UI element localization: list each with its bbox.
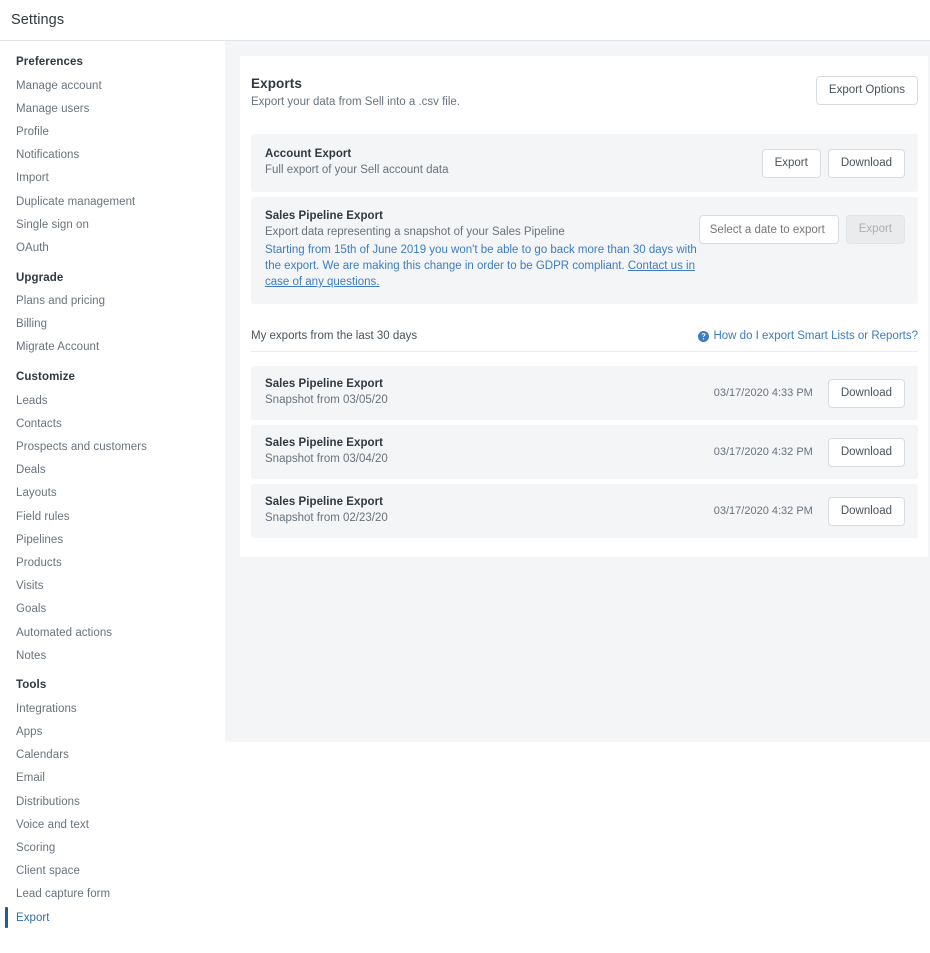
exports-subheading: Export your data from Sell into a .csv f… bbox=[251, 96, 461, 108]
export-row-timestamp: 03/17/2020 4:32 PM bbox=[713, 446, 813, 458]
pipeline-export-description: Export data representing a snapshot of y… bbox=[265, 226, 565, 238]
pipeline-export-notice: Starting from 15th of June 2019 you won'… bbox=[265, 242, 697, 290]
sidebar-item-contacts[interactable]: Contacts bbox=[0, 412, 225, 435]
export-row-text: Sales Pipeline Export Snapshot from 03/05… bbox=[265, 378, 388, 408]
sidebar-item-calendars[interactable]: Calendars bbox=[0, 744, 225, 767]
pipeline-export-panel: Sales Pipeline Export Export data repres… bbox=[251, 197, 918, 304]
exports-list-header: My exports from the last 30 days How do … bbox=[251, 330, 918, 352]
sidebar-item-email[interactable]: Email bbox=[0, 767, 225, 790]
sidebar-item-visits[interactable]: Visits bbox=[0, 575, 225, 598]
sidebar-item-goals[interactable]: Goals bbox=[0, 598, 225, 621]
export-row-subtitle: Snapshot from 03/04/20 bbox=[265, 453, 388, 465]
sidebar-group-title: Preferences bbox=[16, 56, 83, 68]
export-row-subtitle: Snapshot from 03/05/20 bbox=[265, 394, 388, 406]
exports-content-card: Exports Export your data from Sell into … bbox=[240, 56, 928, 557]
sidebar-item-pipelines[interactable]: Pipelines bbox=[0, 528, 225, 551]
export-row-title: Sales Pipeline Export bbox=[265, 496, 384, 508]
export-row-timestamp: 03/17/2020 4:32 PM bbox=[713, 505, 813, 517]
sidebar-item-plans-and-pricing[interactable]: Plans and pricing bbox=[0, 290, 225, 313]
account-export-button[interactable]: Export bbox=[761, 148, 821, 178]
sidebar-item-prospects-and-customers[interactable]: Prospects and customers bbox=[0, 435, 225, 458]
sidebar-item-lead-capture-form[interactable]: Lead capture form bbox=[0, 883, 225, 906]
sidebar-item-notes[interactable]: Notes bbox=[0, 644, 225, 667]
sidebar-item-voice-and-text[interactable]: Voice and text bbox=[0, 813, 225, 836]
sidebar-group-title: Customize bbox=[16, 371, 76, 384]
pipeline-export-title: Sales Pipeline Export bbox=[265, 210, 384, 222]
export-row: Sales Pipeline Export Snapshot from 02/23… bbox=[251, 484, 918, 538]
sidebar-item-leads[interactable]: Leads bbox=[0, 389, 225, 412]
export-row-text: Sales Pipeline Export Snapshot from 03/04… bbox=[265, 437, 388, 467]
export-row-actions: 03/17/2020 4:32 PM Download bbox=[713, 437, 905, 467]
export-row-actions: 03/17/2020 4:33 PM Download bbox=[713, 378, 905, 408]
exports-list: Sales Pipeline Export Snapshot from 03/05… bbox=[251, 366, 918, 538]
sidebar-item-notifications[interactable]: Notifications bbox=[0, 144, 225, 167]
page-title: Settings bbox=[11, 12, 65, 28]
sidebar-item-export[interactable]: Export bbox=[0, 906, 225, 929]
sidebar-item-apps[interactable]: Apps bbox=[0, 721, 225, 744]
account-export-description: Full export of your Sell account data bbox=[265, 164, 449, 176]
sidebar-item-manage-users[interactable]: Manage users bbox=[0, 97, 225, 120]
export-row-actions: 03/17/2020 4:32 PM Download bbox=[713, 496, 905, 526]
pipeline-export-button[interactable]: Export bbox=[845, 215, 905, 244]
export-row-title: Sales Pipeline Export bbox=[265, 378, 384, 390]
export-row-download-button[interactable]: Download bbox=[827, 437, 905, 467]
account-export-title: Account Export bbox=[265, 148, 352, 160]
sidebar-item-manage-account[interactable]: Manage account bbox=[0, 74, 225, 97]
sidebar-item-oauth[interactable]: OAuth bbox=[0, 236, 225, 259]
sidebar-item-deals[interactable]: Deals bbox=[0, 459, 225, 482]
exports-heading: Exports bbox=[251, 76, 302, 91]
main-column: Exports Export your data from Sell into … bbox=[225, 41, 930, 557]
sidebar-item-client-space[interactable]: Client space bbox=[0, 860, 225, 883]
sidebar-item-products[interactable]: Products bbox=[0, 551, 225, 574]
sidebar-item-migrate-account[interactable]: Migrate Account bbox=[0, 336, 225, 359]
sidebar-group-title: Tools bbox=[16, 679, 47, 692]
sidebar-item-scoring[interactable]: Scoring bbox=[0, 836, 225, 859]
account-export-download-button[interactable]: Download bbox=[827, 148, 905, 178]
exports-header: Exports Export your data from Sell into … bbox=[251, 76, 918, 108]
sidebar-group-customize: Customize Leads Contacts Prospects and cust… bbox=[0, 371, 225, 667]
export-row-title: Sales Pipeline Export bbox=[265, 437, 384, 449]
export-row: Sales Pipeline Export Snapshot from 03/04… bbox=[251, 425, 918, 479]
export-row-timestamp: 03/17/2020 4:33 PM bbox=[713, 387, 813, 399]
account-export-panel: Account Export Full export of your Sell … bbox=[251, 134, 918, 192]
sidebar-item-field-rules[interactable]: Field rules bbox=[0, 505, 225, 528]
exports-header-text: Exports Export your data from Sell into … bbox=[251, 76, 460, 108]
app-header: Settings bbox=[0, 0, 930, 41]
account-export-actions: Export Download bbox=[761, 148, 905, 178]
pipeline-export-text: Sales Pipeline Export Export data repres… bbox=[265, 210, 697, 290]
export-row-download-button[interactable]: Download bbox=[827, 496, 905, 526]
help-export-link[interactable]: How do I export Smart Lists or Reports? bbox=[698, 330, 918, 342]
page-body: Preferences Manage account Manage users Pro… bbox=[0, 41, 930, 953]
sidebar-group-upgrade: Upgrade Plans and pricing Billing Migrate A… bbox=[0, 272, 225, 360]
sidebar-group-tools: Tools Integrations Apps Calendars Email Distr… bbox=[0, 679, 225, 929]
sidebar-item-single-sign-on[interactable]: Single sign on bbox=[0, 213, 225, 236]
settings-sidebar: Preferences Manage account Manage users Pro… bbox=[0, 41, 225, 953]
pipeline-export-actions: Export bbox=[698, 215, 905, 244]
exports-list-label: My exports from the last 30 days bbox=[251, 330, 418, 342]
sidebar-item-layouts[interactable]: Layouts bbox=[0, 482, 225, 505]
export-row: Sales Pipeline Export Snapshot from 03/05… bbox=[251, 366, 918, 420]
export-row-subtitle: Snapshot from 02/23/20 bbox=[265, 512, 388, 524]
sidebar-item-duplicate-management[interactable]: Duplicate management bbox=[0, 190, 225, 213]
export-row-download-button[interactable]: Download bbox=[827, 378, 905, 408]
sidebar-item-integrations[interactable]: Integrations bbox=[0, 697, 225, 720]
date-select-input[interactable] bbox=[698, 215, 839, 244]
sidebar-group-preferences: Preferences Manage account Manage users Pro… bbox=[0, 56, 225, 260]
sidebar-item-distributions[interactable]: Distributions bbox=[0, 790, 225, 813]
question-circle-icon bbox=[698, 330, 710, 342]
sidebar-item-profile[interactable]: Profile bbox=[0, 120, 225, 143]
account-export-text: Account Export Full export of your Sell … bbox=[265, 148, 448, 178]
export-row-text: Sales Pipeline Export Snapshot from 02/23… bbox=[265, 496, 388, 526]
sidebar-group-title: Upgrade bbox=[16, 271, 64, 284]
help-export-link-label: How do I export Smart Lists or Reports? bbox=[713, 330, 918, 342]
export-options-button[interactable]: Export Options bbox=[815, 76, 918, 105]
sidebar-item-billing[interactable]: Billing bbox=[0, 313, 225, 336]
sidebar-item-automated-actions[interactable]: Automated actions bbox=[0, 621, 225, 644]
sidebar-item-import[interactable]: Import bbox=[0, 167, 225, 190]
